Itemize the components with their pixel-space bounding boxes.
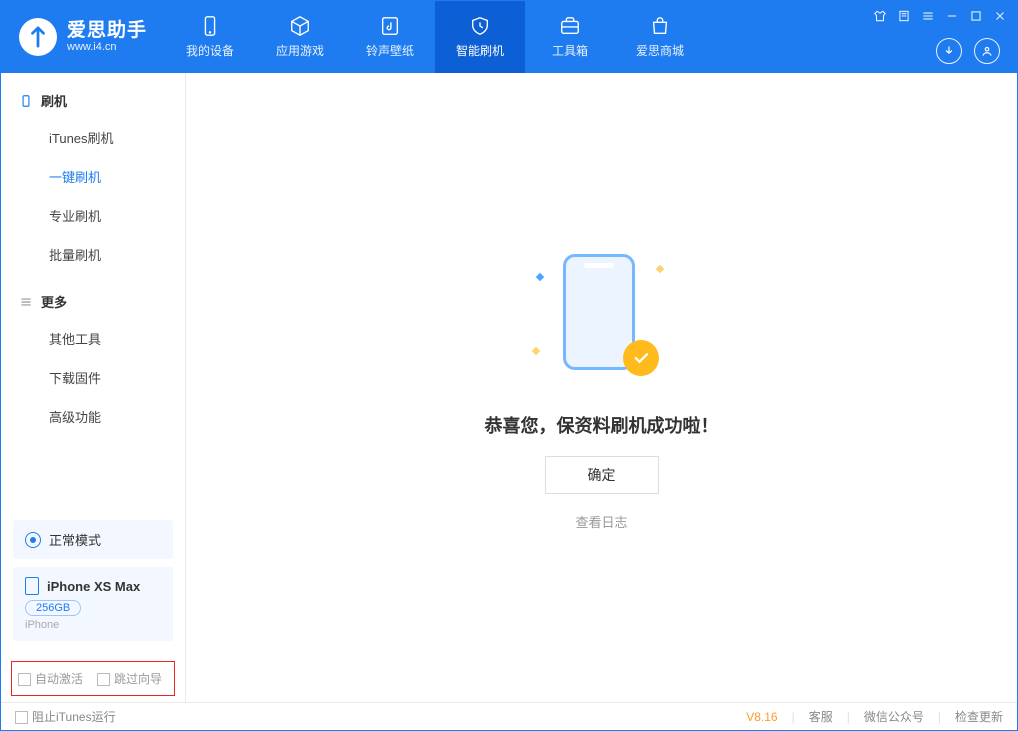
sidebar-item-itunes-flash[interactable]: iTunes刷机 bbox=[1, 118, 185, 157]
check-update-link[interactable]: 检查更新 bbox=[955, 708, 1003, 725]
sidebar-header-flash: 刷机 bbox=[1, 91, 185, 118]
mode-icon bbox=[25, 532, 41, 548]
phone-small-icon bbox=[19, 94, 33, 108]
close-icon[interactable] bbox=[993, 9, 1007, 23]
device-mode-label: 正常模式 bbox=[49, 530, 101, 549]
maximize-icon[interactable] bbox=[969, 9, 983, 23]
briefcase-icon bbox=[559, 15, 581, 37]
sidebar-item-download-firmware[interactable]: 下载固件 bbox=[1, 358, 185, 397]
sidebar: 刷机 iTunes刷机 一键刷机 专业刷机 批量刷机 更多 其他工具 下载固件 … bbox=[1, 73, 186, 702]
nav-ringtones[interactable]: 铃声壁纸 bbox=[345, 1, 435, 73]
nav-label: 爱思商城 bbox=[636, 42, 684, 59]
check-badge-icon bbox=[623, 340, 659, 376]
main-content: 恭喜您，保资料刷机成功啦！ 确定 查看日志 bbox=[186, 73, 1017, 702]
sidebar-header-more: 更多 bbox=[1, 292, 185, 319]
bag-icon bbox=[649, 15, 671, 37]
device-icon bbox=[199, 15, 221, 37]
wechat-link[interactable]: 微信公众号 bbox=[864, 708, 924, 725]
list-icon bbox=[19, 295, 33, 309]
sidebar-item-other-tools[interactable]: 其他工具 bbox=[1, 319, 185, 358]
note-icon[interactable] bbox=[897, 9, 911, 23]
options-box: 自动激活 跳过向导 bbox=[11, 661, 175, 696]
main-nav: 我的设备 应用游戏 铃声壁纸 智能刷机 工具箱 爱思商城 bbox=[165, 1, 705, 73]
music-icon bbox=[379, 15, 401, 37]
nav-label: 智能刷机 bbox=[456, 42, 504, 59]
minimize-icon[interactable] bbox=[945, 9, 959, 23]
sidebar-item-one-click-flash[interactable]: 一键刷机 bbox=[1, 157, 185, 196]
success-message: 恭喜您，保资料刷机成功啦！ bbox=[485, 412, 719, 438]
cube-icon bbox=[289, 15, 311, 37]
block-itunes-checkbox[interactable]: 阻止iTunes运行 bbox=[15, 708, 116, 725]
success-illustration bbox=[527, 244, 677, 394]
device-storage: 256GB bbox=[25, 600, 81, 616]
app-name: 爱思助手 bbox=[67, 21, 147, 42]
shield-icon bbox=[469, 15, 491, 37]
device-small-icon bbox=[25, 577, 39, 595]
nav-flash[interactable]: 智能刷机 bbox=[435, 1, 525, 73]
checkbox-label: 自动激活 bbox=[35, 672, 83, 686]
nav-label: 应用游戏 bbox=[276, 42, 324, 59]
download-button[interactable] bbox=[936, 38, 962, 64]
nav-toolbox[interactable]: 工具箱 bbox=[525, 1, 615, 73]
shirt-icon[interactable] bbox=[873, 9, 887, 23]
nav-label: 我的设备 bbox=[186, 42, 234, 59]
checkbox-label: 跳过向导 bbox=[114, 672, 162, 686]
device-card[interactable]: iPhone XS Max 256GB iPhone bbox=[13, 567, 173, 641]
nav-label: 铃声壁纸 bbox=[366, 42, 414, 59]
logo-icon bbox=[19, 18, 57, 56]
device-mode-card[interactable]: 正常模式 bbox=[13, 520, 173, 559]
auto-activate-checkbox[interactable]: 自动激活 bbox=[18, 670, 83, 687]
statusbar: 阻止iTunes运行 V8.16 | 客服 | 微信公众号 | 检查更新 bbox=[1, 702, 1017, 730]
view-log-link[interactable]: 查看日志 bbox=[575, 512, 627, 531]
nav-my-device[interactable]: 我的设备 bbox=[165, 1, 255, 73]
checkbox-label: 阻止iTunes运行 bbox=[32, 710, 116, 724]
sidebar-group-title: 更多 bbox=[41, 292, 67, 311]
sidebar-item-pro-flash[interactable]: 专业刷机 bbox=[1, 196, 185, 235]
nav-apps-games[interactable]: 应用游戏 bbox=[255, 1, 345, 73]
titlebar: 爱思助手 www.i4.cn 我的设备 应用游戏 铃声壁纸 智能刷机 工具箱 爱… bbox=[1, 1, 1017, 73]
sidebar-group-title: 刷机 bbox=[41, 91, 67, 110]
version-label: V8.16 bbox=[746, 710, 777, 724]
sidebar-item-batch-flash[interactable]: 批量刷机 bbox=[1, 235, 185, 274]
device-name: iPhone XS Max bbox=[47, 579, 140, 594]
menu-icon[interactable] bbox=[921, 9, 935, 23]
device-type: iPhone bbox=[25, 619, 161, 631]
support-link[interactable]: 客服 bbox=[809, 708, 833, 725]
nav-label: 工具箱 bbox=[552, 42, 588, 59]
app-url: www.i4.cn bbox=[67, 41, 147, 53]
user-button[interactable] bbox=[974, 38, 1000, 64]
confirm-button[interactable]: 确定 bbox=[545, 456, 659, 494]
skip-wizard-checkbox[interactable]: 跳过向导 bbox=[97, 670, 162, 687]
sidebar-item-advanced[interactable]: 高级功能 bbox=[1, 397, 185, 436]
nav-store[interactable]: 爱思商城 bbox=[615, 1, 705, 73]
app-logo: 爱思助手 www.i4.cn bbox=[1, 1, 165, 73]
